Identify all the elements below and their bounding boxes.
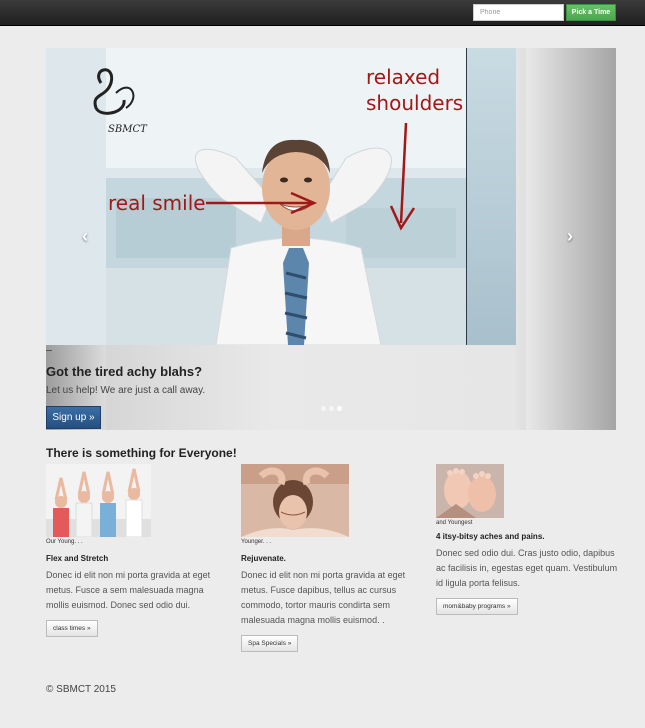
column-title: Rejuvenate.: [241, 554, 286, 563]
column-body: Donec id elit non mi porta gravida at eg…: [241, 570, 406, 625]
feature-column-younger: Younger. . . Rejuvenate. Donec id elit n…: [241, 464, 423, 652]
annotation-relaxed: relaxed: [366, 65, 440, 89]
thumbnail-spa-massage: [241, 464, 423, 537]
class-times-button[interactable]: class times »: [46, 620, 98, 637]
column-caption: Our Young. . .: [46, 539, 83, 545]
slide-illustration: SBMCT relaxed shoulders real smile: [46, 48, 516, 345]
baby-feet-image: [436, 464, 504, 518]
column-title: 4 itsy-bitsy aches and pains.: [436, 532, 545, 541]
column-body: Donec sed odio dui. Cras justo odio, dap…: [436, 548, 618, 588]
column-body: Donec id elit non mi porta gravida at eg…: [46, 570, 211, 610]
spa-massage-image: [241, 464, 349, 537]
spa-specials-button[interactable]: Spa Specials »: [241, 635, 299, 652]
carousel-next-arrow-icon[interactable]: ›: [567, 226, 573, 247]
carousel-indicator-1[interactable]: [321, 406, 326, 411]
column-caption: Younger. . .: [241, 539, 272, 545]
thumbnail-baby-feet: [436, 464, 618, 518]
logo-text: SBMCT: [108, 124, 148, 135]
hero-carousel: SBMCT relaxed shoulders real smile ‹ › G…: [46, 48, 616, 430]
seniors-yoga-image: [46, 464, 151, 537]
carousel-indicators: [321, 406, 342, 411]
section-heading: There is something for Everyone!: [46, 446, 237, 460]
annotation-shoulders: shoulders: [366, 91, 463, 115]
slide-heading: Got the tired achy blahs?: [46, 364, 203, 379]
feature-column-youngest: and Youngest 4 itsy-bitsy aches and pain…: [436, 464, 618, 615]
pick-a-time-button[interactable]: Pick a Time: [566, 4, 616, 21]
slide-text: Let us help! We are just a call away.: [46, 385, 206, 396]
caption-divider: [46, 350, 52, 351]
feature-column-young: Our Young. . . Flex and Stretch Donec id…: [46, 464, 228, 637]
carousel-indicator-3[interactable]: [337, 406, 342, 411]
phone-input[interactable]: [473, 4, 564, 21]
column-title: Flex and Stretch: [46, 554, 109, 563]
slide-image-edge: [466, 48, 516, 345]
column-caption: and Youngest: [436, 520, 473, 526]
footer-copyright: © SBMCT 2015: [46, 684, 116, 695]
mom-baby-programs-button[interactable]: mom&baby programs »: [436, 598, 518, 615]
top-navbar: Pick a Time: [0, 0, 645, 26]
slide-image: SBMCT relaxed shoulders real smile: [46, 48, 516, 345]
carousel-prev-arrow-icon[interactable]: ‹: [82, 226, 88, 247]
thumbnail-seniors-yoga: [46, 464, 228, 537]
sign-up-button[interactable]: Sign up »: [46, 406, 101, 429]
carousel-indicator-2[interactable]: [329, 406, 334, 411]
annotation-real-smile: real smile: [108, 191, 206, 215]
